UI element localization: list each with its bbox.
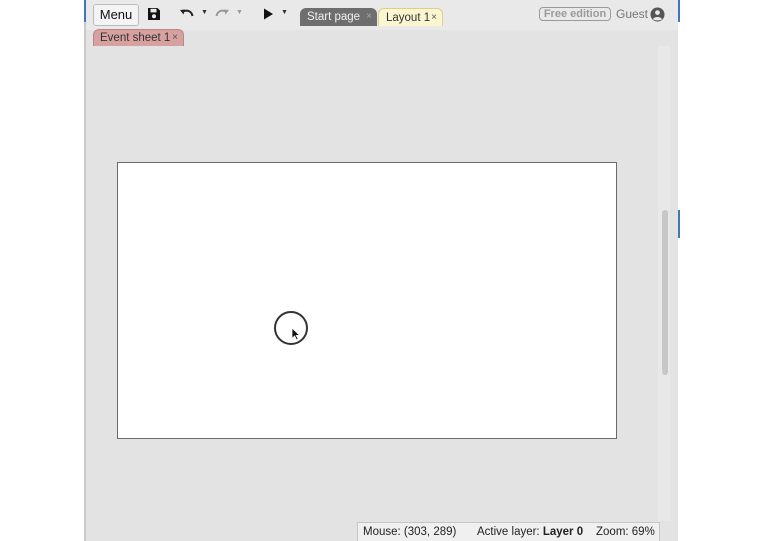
redo-icon[interactable] — [213, 6, 231, 22]
play-icon[interactable] — [261, 6, 275, 22]
user-circle-icon[interactable] — [650, 7, 665, 27]
redo-dropdown-icon[interactable]: ▼ — [236, 9, 243, 16]
zoom-level: Zoom: 69% — [596, 526, 655, 538]
main-toolbar: Menu ▼ ▼ ▼ Start page × Layout 1 × Free … — [86, 0, 678, 30]
tab-label: Start page — [307, 11, 361, 23]
scrollbar-thumb[interactable] — [662, 210, 668, 375]
mouse-cursor-icon — [291, 327, 301, 346]
save-icon[interactable] — [146, 6, 162, 22]
tab-event-sheet-1[interactable]: Event sheet 1 × — [93, 29, 184, 46]
tab-label: Layout 1 — [386, 12, 431, 24]
active-layer-label: Active layer: — [477, 526, 540, 538]
tab-start-page[interactable]: Start page × — [300, 8, 377, 26]
close-icon[interactable]: × — [431, 9, 437, 27]
undo-dropdown-icon[interactable]: ▼ — [201, 9, 208, 16]
active-layer-value: Layer 0 — [542, 526, 584, 538]
undo-icon[interactable] — [178, 6, 196, 22]
active-layer: Active layer: Layer 0 — [477, 523, 583, 541]
editor-window: Menu ▼ ▼ ▼ Start page × Layout 1 × Free … — [86, 0, 678, 541]
close-icon[interactable]: × — [172, 30, 178, 46]
menu-button[interactable]: Menu — [93, 4, 139, 26]
close-icon[interactable]: × — [366, 8, 372, 26]
tab-layout-1[interactable]: Layout 1 × — [378, 8, 443, 26]
layout-canvas[interactable] — [117, 162, 617, 439]
user-label[interactable]: Guest — [616, 7, 648, 21]
edition-badge[interactable]: Free edition — [539, 7, 611, 21]
tab-label: Event sheet 1 — [100, 32, 171, 44]
status-bar: Mouse: (303, 289) Active layer: Layer 0 … — [357, 522, 660, 541]
play-dropdown-icon[interactable]: ▼ — [281, 9, 288, 16]
mouse-position: Mouse: (303, 289) — [363, 526, 457, 538]
